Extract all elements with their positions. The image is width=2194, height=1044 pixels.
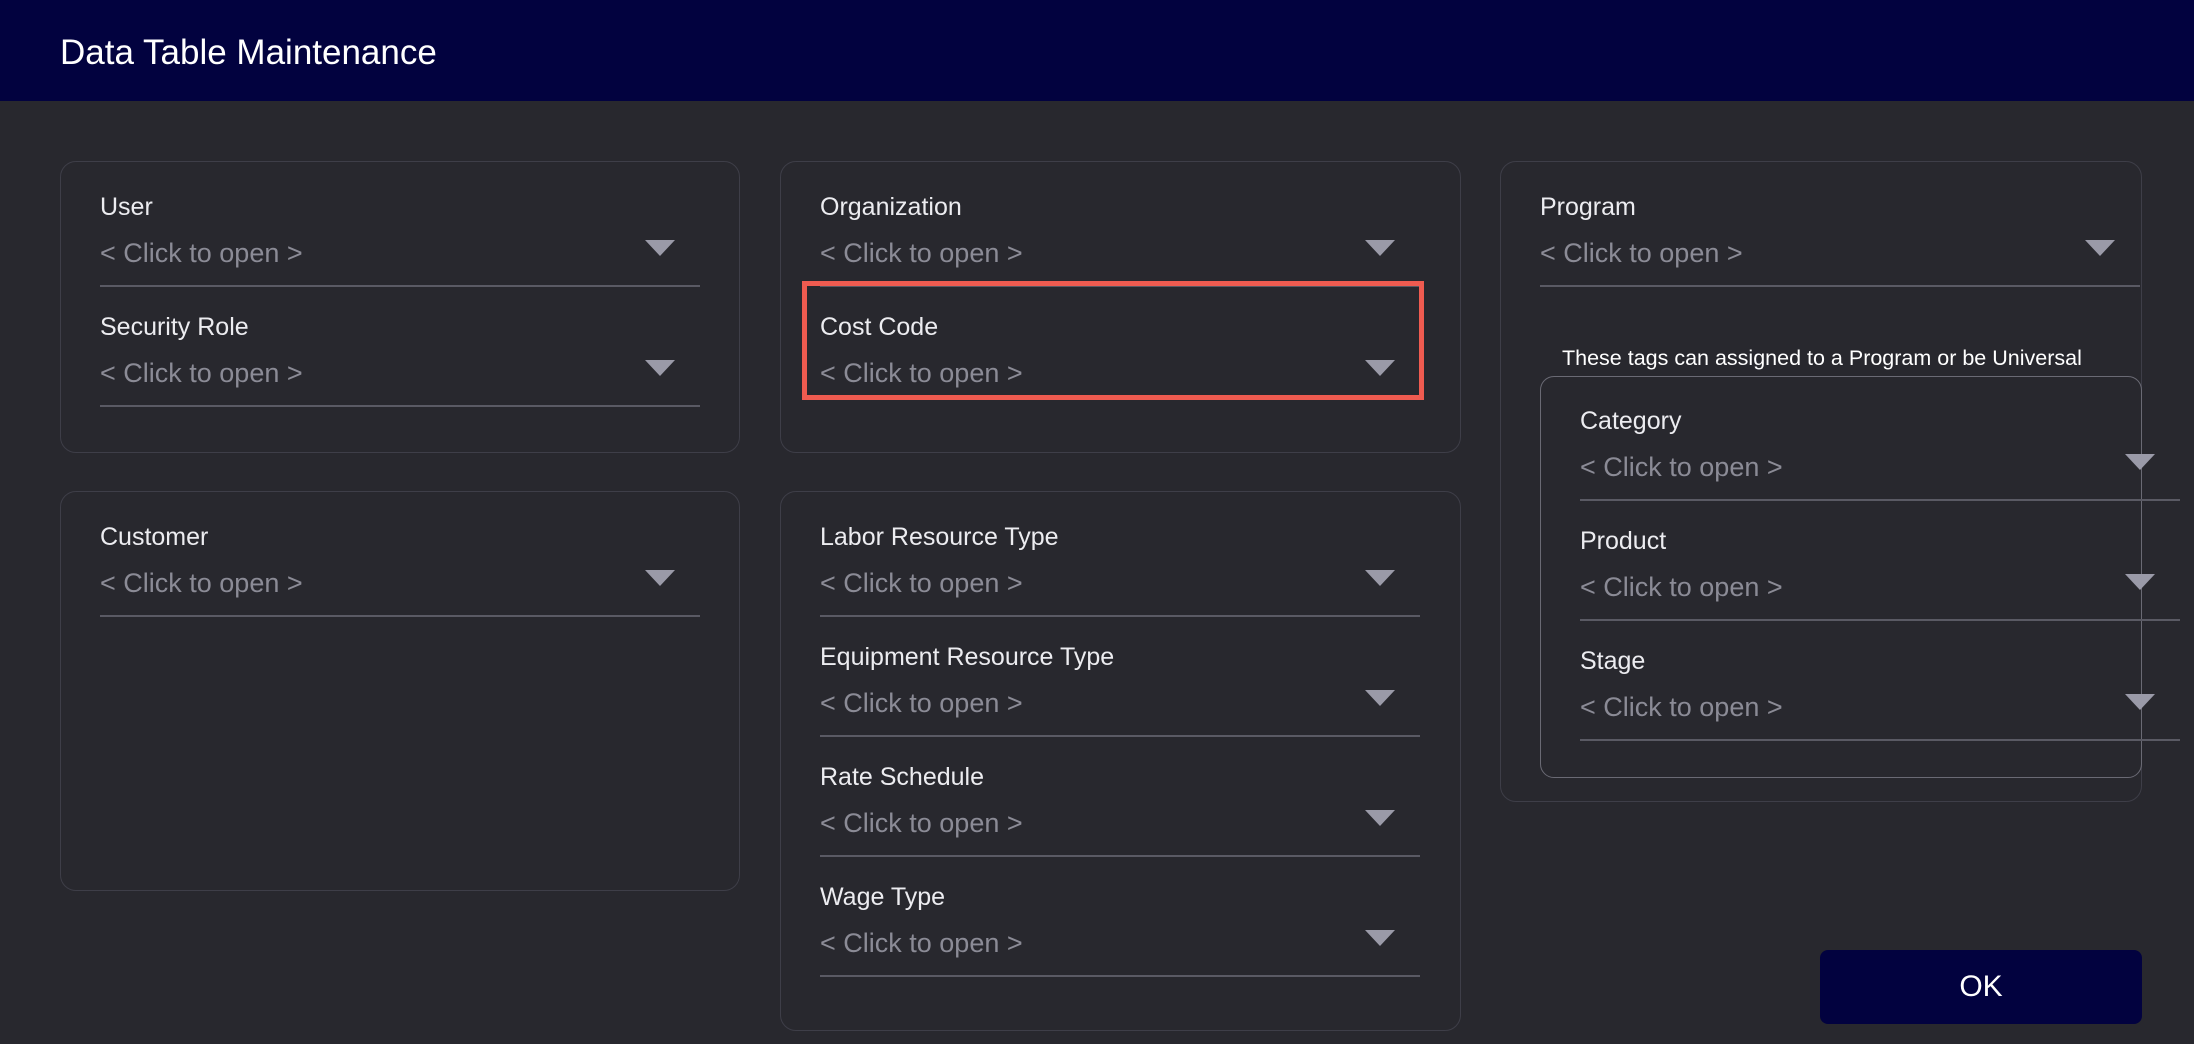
rate-schedule-value[interactable]: < Click to open >: [820, 805, 1023, 841]
wage-type-value[interactable]: < Click to open >: [820, 925, 1023, 961]
product-label: Product: [1580, 527, 1667, 555]
chevron-down-icon[interactable]: [2125, 454, 2155, 472]
organization-value[interactable]: < Click to open >: [820, 235, 1023, 271]
window-title: Data Table Maintenance: [60, 33, 437, 72]
chevron-down-icon[interactable]: [2085, 240, 2115, 258]
wage-type-dropdown[interactable]: Wage Type < Click to open >: [820, 880, 1420, 990]
cost-code-highlight: [802, 281, 1424, 400]
security-role-value[interactable]: < Click to open >: [100, 355, 303, 391]
security-role-label: Security Role: [100, 313, 249, 341]
user-label: User: [100, 193, 153, 221]
field-underline: [820, 975, 1420, 977]
user-dropdown[interactable]: User < Click to open >: [100, 190, 700, 300]
labor-resource-type-value[interactable]: < Click to open >: [820, 565, 1023, 601]
chevron-down-icon[interactable]: [1365, 930, 1395, 948]
organization-label: Organization: [820, 193, 962, 221]
chevron-down-icon[interactable]: [645, 240, 675, 258]
field-underline: [100, 285, 700, 287]
chevron-down-icon[interactable]: [1365, 690, 1395, 708]
category-dropdown[interactable]: Category < Click to open >: [1580, 404, 2180, 514]
customer-label: Customer: [100, 523, 209, 551]
title-bar: Data Table Maintenance: [0, 0, 2194, 101]
equipment-resource-type-label: Equipment Resource Type: [820, 643, 1115, 671]
security-role-dropdown[interactable]: Security Role < Click to open >: [100, 310, 700, 420]
program-value[interactable]: < Click to open >: [1540, 235, 1743, 271]
customer-dropdown[interactable]: Customer < Click to open >: [100, 520, 700, 630]
chevron-down-icon[interactable]: [1365, 810, 1395, 828]
labor-resource-type-dropdown[interactable]: Labor Resource Type < Click to open >: [820, 520, 1420, 630]
field-underline: [1580, 619, 2180, 621]
field-underline: [100, 615, 700, 617]
rate-schedule-dropdown[interactable]: Rate Schedule < Click to open >: [820, 760, 1420, 870]
field-underline: [100, 405, 700, 407]
chevron-down-icon[interactable]: [2125, 574, 2155, 592]
stage-dropdown[interactable]: Stage < Click to open >: [1580, 644, 2180, 754]
field-underline: [1540, 285, 2140, 287]
user-value[interactable]: < Click to open >: [100, 235, 303, 271]
equipment-resource-type-value[interactable]: < Click to open >: [820, 685, 1023, 721]
chevron-down-icon[interactable]: [645, 360, 675, 378]
chevron-down-icon[interactable]: [1365, 570, 1395, 588]
field-underline: [820, 615, 1420, 617]
ok-button[interactable]: OK: [1820, 950, 2142, 1024]
program-label: Program: [1540, 193, 1636, 221]
labor-resource-type-label: Labor Resource Type: [820, 523, 1059, 551]
product-dropdown[interactable]: Product < Click to open >: [1580, 524, 2180, 634]
equipment-resource-type-dropdown[interactable]: Equipment Resource Type < Click to open …: [820, 640, 1420, 750]
program-dropdown[interactable]: Program < Click to open >: [1540, 190, 2140, 300]
category-label: Category: [1580, 407, 1682, 435]
rate-schedule-label: Rate Schedule: [820, 763, 985, 791]
chevron-down-icon[interactable]: [1365, 240, 1395, 258]
field-underline: [1580, 739, 2180, 741]
category-value[interactable]: < Click to open >: [1580, 449, 1783, 485]
wage-type-label: Wage Type: [820, 883, 946, 911]
tags-note: These tags can assigned to a Program or …: [1562, 346, 2082, 370]
product-value[interactable]: < Click to open >: [1580, 569, 1783, 605]
stage-value[interactable]: < Click to open >: [1580, 689, 1783, 725]
field-underline: [820, 855, 1420, 857]
chevron-down-icon[interactable]: [2125, 694, 2155, 712]
stage-label: Stage: [1580, 647, 1646, 675]
chevron-down-icon[interactable]: [645, 570, 675, 588]
customer-value[interactable]: < Click to open >: [100, 565, 303, 601]
field-underline: [820, 735, 1420, 737]
field-underline: [1580, 499, 2180, 501]
